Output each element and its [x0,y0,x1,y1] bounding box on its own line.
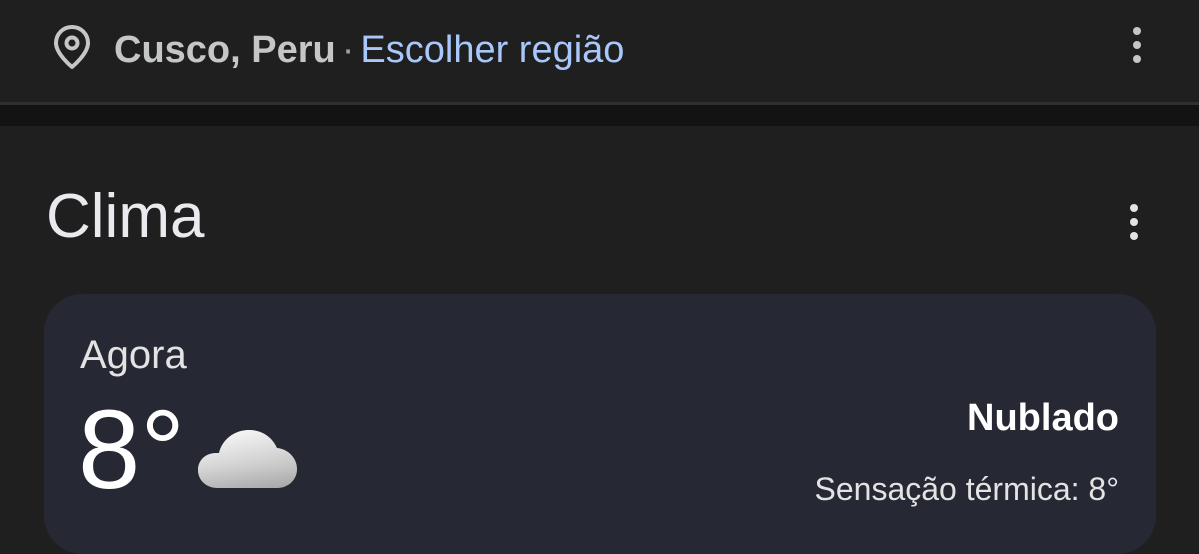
feels-like-temperature: Sensação térmica: 8° [814,471,1120,507]
location-separator: · [341,29,355,71]
section-gap [0,105,1199,126]
cloud-icon [198,430,297,488]
location-pin-icon [54,25,90,69]
location-more-options-button[interactable] [1127,27,1147,63]
location-city: Cusco, Peru [114,29,336,71]
more-vert-icon [1130,204,1138,212]
now-label: Agora [80,333,187,377]
weather-section-title: Clima [46,182,205,251]
weather-condition: Nublado [967,397,1119,439]
location-bar: Cusco, Peru · Escolher região [0,0,1199,104]
location-text: Cusco, Peru · Escolher região [114,28,624,72]
current-temperature: 8° [78,387,186,512]
weather-more-options-button[interactable] [1124,204,1144,240]
change-region-link[interactable]: Escolher região [360,29,624,71]
more-vert-icon [1133,27,1141,35]
